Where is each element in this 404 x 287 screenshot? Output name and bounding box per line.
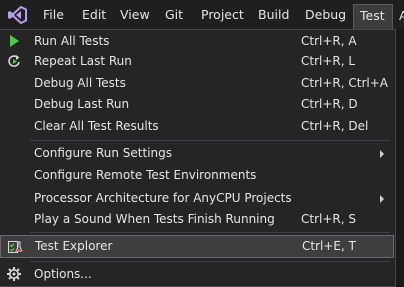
menu-play-sound[interactable]: Play a Sound When Tests Finish Running C… (0, 208, 394, 231)
menu-item-label: Debug Last Run (34, 97, 130, 111)
visual-studio-logo-icon[interactable] (7, 6, 27, 24)
menu-item-label: Options... (34, 267, 92, 281)
menu-debug-last-run[interactable]: Debug Last Run Ctrl+R, D (0, 93, 394, 116)
test-explorer-icon (8, 241, 23, 253)
menu-separator (30, 140, 390, 141)
test-menu-dropdown: Run All Tests Ctrl+R, A Repeat Last Run … (0, 29, 396, 287)
menu-item-shortcut: Ctrl+R, A (301, 34, 357, 48)
menu-item-label: Run All Tests (34, 34, 110, 48)
menu-configure-run-settings[interactable]: Configure Run Settings (0, 142, 394, 165)
menu-build[interactable]: Build (252, 4, 295, 26)
menu-item-label: Test Explorer (35, 239, 113, 253)
menu-item-shortcut: Ctrl+R, Ctrl+A (301, 76, 388, 90)
menu-separator (30, 232, 390, 233)
menu-debug[interactable]: Debug (299, 4, 352, 26)
menu-item-label: Configure Remote Test Environments (34, 168, 257, 182)
menu-project[interactable]: Project (195, 4, 250, 26)
menu-edit[interactable]: Edit (76, 4, 112, 26)
menu-test-explorer[interactable]: Test Explorer Ctrl+E, T (0, 235, 394, 258)
menu-processor-architecture[interactable]: Processor Architecture for AnyCPU Projec… (0, 187, 394, 210)
menu-overflow-label[interactable]: A (399, 8, 404, 23)
repeat-icon (8, 55, 20, 67)
menu-repeat-last-run[interactable]: Repeat Last Run Ctrl+R, L (0, 50, 394, 73)
gear-icon (7, 267, 21, 281)
menu-configure-remote-test-environments[interactable]: Configure Remote Test Environments (0, 164, 394, 187)
menu-item-label: Play a Sound When Tests Finish Running (34, 212, 275, 226)
menu-separator (30, 261, 390, 262)
menu-git[interactable]: Git (159, 4, 189, 26)
menu-item-shortcut: Ctrl+R, L (301, 54, 356, 68)
menu-item-label: Configure Run Settings (34, 146, 173, 160)
editor-edge (396, 30, 404, 287)
menu-item-label: Clear All Test Results (34, 119, 159, 133)
menu-debug-all-tests[interactable]: Debug All Tests Ctrl+R, Ctrl+A (0, 72, 394, 95)
play-icon (10, 35, 19, 47)
menu-file[interactable]: File (37, 4, 70, 26)
submenu-arrow-icon (380, 150, 384, 158)
menu-item-shortcut: Ctrl+E, T (302, 239, 356, 253)
menu-item-shortcut: Ctrl+R, S (301, 212, 356, 226)
menu-item-shortcut: Ctrl+R, D (301, 97, 358, 111)
menu-item-shortcut: Ctrl+R, Del (301, 119, 369, 133)
menu-item-label: Debug All Tests (34, 76, 126, 90)
submenu-arrow-icon (380, 195, 384, 203)
menu-bar: File Edit View Git Project Build Debug T… (0, 0, 404, 30)
menu-view[interactable]: View (114, 4, 156, 26)
menu-clear-all-test-results[interactable]: Clear All Test Results Ctrl+R, Del (0, 115, 394, 138)
menu-item-label: Processor Architecture for AnyCPU Projec… (34, 191, 292, 205)
menu-test[interactable]: Test (353, 4, 393, 30)
menu-options[interactable]: Options... (0, 263, 394, 286)
menu-item-label: Repeat Last Run (34, 54, 132, 68)
